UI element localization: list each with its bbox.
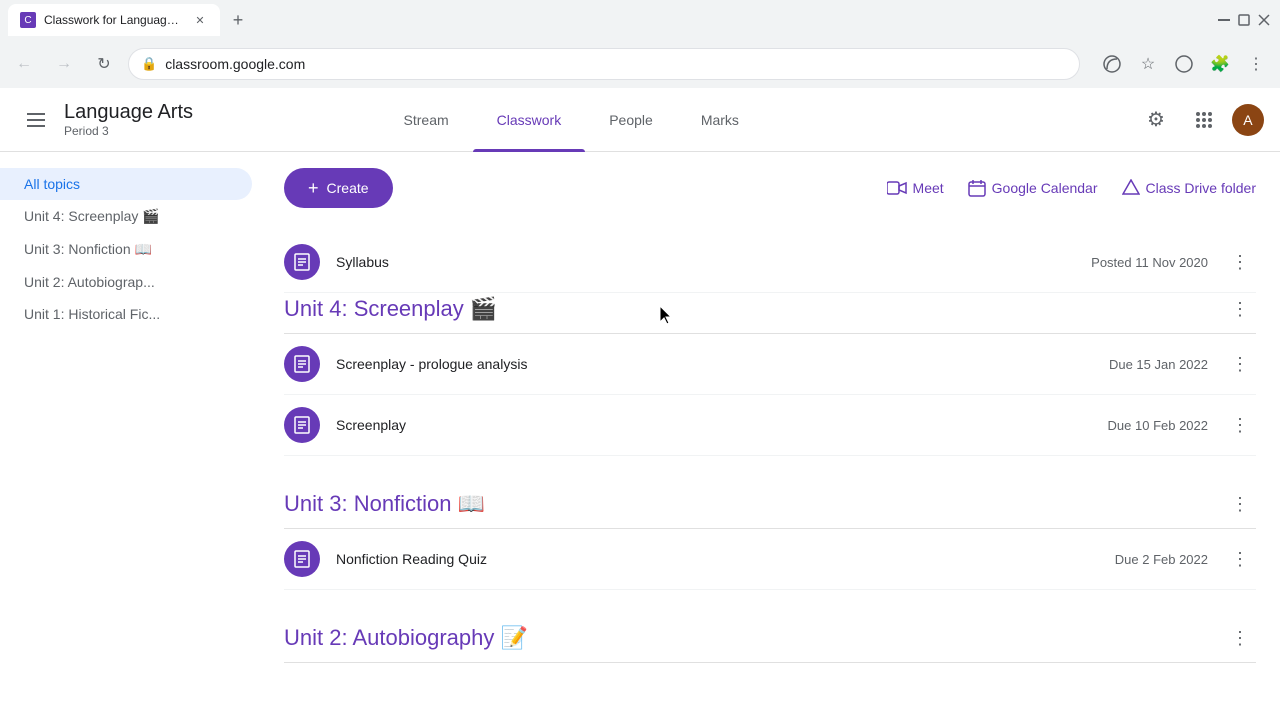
sidebar-item-unit1[interactable]: Unit 1: Historical Fic... <box>0 298 252 330</box>
drive-folder-action[interactable]: Class Drive folder <box>1122 179 1256 197</box>
syllabus-icon <box>284 244 320 280</box>
content-toolbar: + Create Meet <box>284 168 1256 208</box>
assignment-more-button[interactable]: ⋮ <box>1224 409 1256 441</box>
assignment-screenplay-prologue: Screenplay - prologue analysis Due 15 Ja… <box>284 334 1256 395</box>
assignment-more-button[interactable]: ⋮ <box>1224 348 1256 380</box>
assignment-nonfiction-quiz: Nonfiction Reading Quiz Due 2 Feb 2022 ⋮ <box>284 529 1256 590</box>
sidebar-item-all-topics[interactable]: All topics <box>0 168 252 200</box>
sidebar-item-unit2[interactable]: Unit 2: Autobiograp... <box>0 266 252 298</box>
syllabus-more-button[interactable]: ⋮ <box>1224 246 1256 278</box>
forward-button[interactable]: → <box>48 48 80 80</box>
tab-marks[interactable]: Marks <box>677 88 763 152</box>
lock-icon: 🔒 <box>141 56 157 72</box>
unit3-title: Unit 3: Nonfiction 📖 <box>284 491 485 517</box>
unit4-header: Unit 4: Screenplay 🎬 ⋮ <box>284 293 1256 334</box>
unit4-section: Unit 4: Screenplay 🎬 ⋮ Screenplay - prol… <box>284 293 1256 456</box>
browser-title-bar: C Classwork for Language Arts Pe... ✕ + <box>0 0 1280 40</box>
hamburger-menu[interactable] <box>16 100 56 140</box>
active-tab[interactable]: C Classwork for Language Arts Pe... ✕ <box>8 4 220 36</box>
create-label: Create <box>327 180 369 196</box>
class-period: Period 3 <box>64 124 193 138</box>
assignment-name[interactable]: Screenplay <box>336 417 1108 433</box>
syllabus-title[interactable]: Syllabus <box>336 254 1091 270</box>
main-content: + Create Meet <box>260 152 1280 720</box>
meet-label: Meet <box>913 180 944 196</box>
assignment-screenplay: Screenplay Due 10 Feb 2022 ⋮ <box>284 395 1256 456</box>
class-name: Language Arts <box>64 101 193 124</box>
restore-icon[interactable] <box>1236 12 1252 28</box>
user-avatar[interactable]: A <box>1232 104 1264 136</box>
unit2-header: Unit 2: Autobiography 📝 ⋮ <box>284 622 1256 663</box>
unit2-title: Unit 2: Autobiography 📝 <box>284 625 528 651</box>
cast-icon[interactable] <box>1096 48 1128 80</box>
menu-button[interactable]: ⋮ <box>1240 48 1272 80</box>
meet-action[interactable]: Meet <box>887 180 944 196</box>
unit4-title: Unit 4: Screenplay 🎬 <box>284 296 497 322</box>
top-nav: Language Arts Period 3 Stream Classwork … <box>0 88 1280 152</box>
assignment-due: Due 15 Jan 2022 <box>1109 357 1208 372</box>
app-title: Language Arts Period 3 <box>64 101 193 138</box>
unit3-more-button[interactable]: ⋮ <box>1224 488 1256 520</box>
assignment-due: Due 10 Feb 2022 <box>1108 418 1208 433</box>
unit3-header: Unit 3: Nonfiction 📖 ⋮ <box>284 488 1256 529</box>
unit2-more-button[interactable]: ⋮ <box>1224 622 1256 654</box>
calendar-icon <box>968 179 986 197</box>
tab-stream[interactable]: Stream <box>380 88 473 152</box>
new-tab-button[interactable]: + <box>224 6 252 34</box>
tab-people[interactable]: People <box>585 88 677 152</box>
content-area: All topics Unit 4: Screenplay 🎬 Unit 3: … <box>0 152 1280 720</box>
browser-chrome: C Classwork for Language Arts Pe... ✕ + … <box>0 0 1280 88</box>
settings-icon[interactable]: ⚙ <box>1136 100 1176 140</box>
assignment-name[interactable]: Screenplay - prologue analysis <box>336 356 1109 372</box>
profile-icon[interactable] <box>1168 48 1200 80</box>
reload-button[interactable]: ↻ <box>88 48 120 80</box>
assignment-more-button[interactable]: ⋮ <box>1224 543 1256 575</box>
browser-controls: ← → ↻ 🔒 classroom.google.com ☆ 🧩 ⋮ <box>0 40 1280 88</box>
create-button[interactable]: + Create <box>284 168 393 208</box>
google-apps-icon[interactable] <box>1184 100 1224 140</box>
assignment-icon <box>284 407 320 443</box>
address-bar[interactable]: 🔒 classroom.google.com <box>128 48 1080 80</box>
tab-close-button[interactable]: ✕ <box>192 12 208 28</box>
syllabus-item: Syllabus Posted 11 Nov 2020 ⋮ <box>284 232 1256 293</box>
unit2-section: Unit 2: Autobiography 📝 ⋮ <box>284 622 1256 663</box>
syllabus-posted: Posted 11 Nov 2020 <box>1091 255 1208 270</box>
drive-icon <box>1122 179 1140 197</box>
nav-right-actions: ⚙ A <box>1136 100 1264 140</box>
url-text: classroom.google.com <box>165 56 305 72</box>
back-button[interactable]: ← <box>8 48 40 80</box>
sidebar-item-unit3[interactable]: Unit 3: Nonfiction 📖 <box>0 233 252 266</box>
unit3-section: Unit 3: Nonfiction 📖 ⋮ Nonfiction Readin… <box>284 488 1256 590</box>
meet-icon <box>887 181 907 195</box>
calendar-label: Google Calendar <box>992 180 1098 196</box>
assignment-due: Due 2 Feb 2022 <box>1115 552 1208 567</box>
browser-toolbar: ☆ 🧩 ⋮ <box>1096 48 1272 80</box>
extensions-icon[interactable]: 🧩 <box>1204 48 1236 80</box>
assignment-icon <box>284 541 320 577</box>
tab-title: Classwork for Language Arts Pe... <box>44 13 184 27</box>
toolbar-actions: Meet Google Calendar <box>887 179 1256 197</box>
assignment-icon <box>284 346 320 382</box>
minimize-icon[interactable] <box>1216 12 1232 28</box>
drive-folder-label: Class Drive folder <box>1146 180 1256 196</box>
assignment-name[interactable]: Nonfiction Reading Quiz <box>336 551 1115 567</box>
tab-classwork[interactable]: Classwork <box>473 88 586 152</box>
create-plus-icon: + <box>308 178 319 199</box>
bookmark-icon[interactable]: ☆ <box>1132 48 1164 80</box>
tab-favicon: C <box>20 12 36 28</box>
topics-sidebar: All topics Unit 4: Screenplay 🎬 Unit 3: … <box>0 152 260 720</box>
sidebar-item-unit4[interactable]: Unit 4: Screenplay 🎬 <box>0 200 252 233</box>
calendar-action[interactable]: Google Calendar <box>968 179 1098 197</box>
close-window-icon[interactable] <box>1256 12 1272 28</box>
app: Language Arts Period 3 Stream Classwork … <box>0 88 1280 720</box>
main-nav: Stream Classwork People Marks <box>380 88 763 152</box>
unit4-more-button[interactable]: ⋮ <box>1224 293 1256 325</box>
